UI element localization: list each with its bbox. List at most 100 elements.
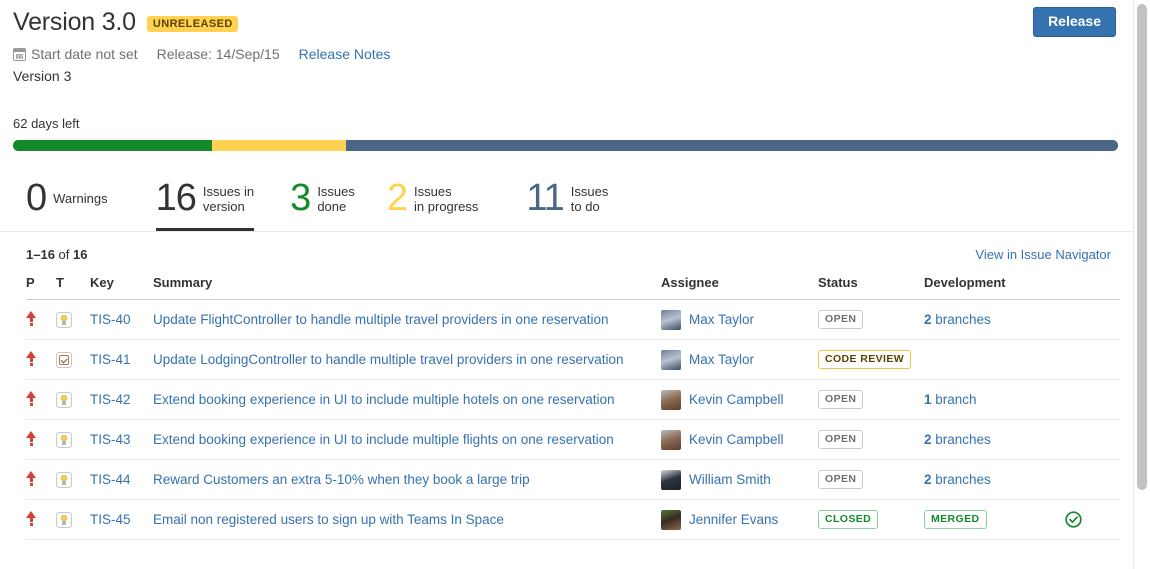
issue-summary-link[interactable]: Update LodgingController to handle multi… [153, 352, 624, 367]
issue-summary-link[interactable]: Extend booking experience in UI to inclu… [153, 432, 614, 447]
cell-type [56, 419, 90, 460]
cell-key: TIS-43 [90, 419, 153, 460]
column-header-status[interactable]: Status [818, 275, 924, 300]
issue-key-link[interactable]: TIS-42 [90, 392, 131, 407]
stats-tabs: 0 Warnings 16 Issues in version 3 Issues done… [0, 173, 1133, 232]
assignee-cell: Kevin Campbell [661, 389, 818, 410]
cell-key: TIS-41 [90, 339, 153, 380]
assignee-link[interactable]: Jennifer Evans [689, 512, 778, 527]
branches-link[interactable]: 2 branches [924, 432, 991, 447]
release-date-item: Release: 14/Sep/15 [157, 46, 280, 62]
stat-label: Issues in progress [414, 183, 479, 214]
cell-summary: Extend booking experience in UI to inclu… [153, 379, 661, 420]
column-header-summary[interactable]: Summary [153, 275, 661, 300]
cell-key: TIS-44 [90, 459, 153, 500]
result-count-range: 1–16 [26, 247, 55, 262]
cell-assignee: Kevin Campbell [661, 419, 818, 460]
column-header-type[interactable]: T [56, 275, 90, 300]
development-cell: 1 branch [924, 392, 1120, 407]
version-page: Version 3.0 UNRELEASED Start date not se… [0, 0, 1133, 569]
issue-key-link[interactable]: TIS-44 [90, 472, 131, 487]
issue-summary-link[interactable]: Reward Customers an extra 5-10% when the… [153, 472, 530, 487]
assignee-link[interactable]: William Smith [689, 472, 771, 487]
development-cell: 2 branches [924, 312, 1120, 327]
status-badge[interactable]: CLOSED [818, 510, 879, 529]
stat-tab-issues-done[interactable]: 3 Issues done [290, 179, 355, 231]
issue-key-link[interactable]: TIS-43 [90, 432, 131, 447]
issue-key-link[interactable]: TIS-45 [90, 512, 131, 527]
cell-summary: Reward Customers an extra 5-10% when the… [153, 459, 661, 500]
progress-segment-to-do[interactable] [345, 140, 1118, 151]
development-cell: MERGED [924, 510, 1120, 529]
result-count-of: of [54, 247, 73, 262]
page-scrollbar[interactable] [1133, 0, 1150, 569]
cell-assignee: Kevin Campbell [661, 379, 818, 420]
status-badge[interactable]: OPEN [818, 470, 864, 489]
assignee-cell: Jennifer Evans [661, 509, 818, 530]
assignee-link[interactable]: Max Taylor [689, 312, 754, 327]
assignee-cell: Kevin Campbell [661, 429, 818, 450]
table-row[interactable]: TIS-42 Extend booking experience in UI to… [26, 379, 1120, 420]
status-badge[interactable]: OPEN [818, 430, 864, 449]
cell-priority [26, 499, 56, 540]
progress-segment-in-progress[interactable] [211, 140, 346, 151]
release-button[interactable]: Release [1033, 7, 1116, 37]
status-badge: UNRELEASED [146, 15, 238, 32]
stat-tab-issues-to-do[interactable]: 11 Issues to do [526, 179, 608, 231]
stat-tab-issues-in-version[interactable]: 16 Issues in version [155, 179, 255, 231]
avatar [661, 349, 681, 370]
merged-badge[interactable]: MERGED [924, 510, 987, 529]
column-header-development[interactable]: Development [924, 275, 1120, 300]
status-badge[interactable]: OPEN [818, 390, 864, 409]
release-notes-link[interactable]: Release Notes [299, 46, 391, 62]
table-row[interactable]: TIS-43 Extend booking experience in UI to… [26, 419, 1120, 460]
cell-key: TIS-40 [90, 299, 153, 340]
issues-block: 1–16 of 16 View in Issue Navigator P T K… [0, 232, 1133, 540]
table-row[interactable]: TIS-44 Reward Customers an extra 5-10% wh… [26, 459, 1120, 500]
assignee-link[interactable]: Kevin Campbell [689, 432, 784, 447]
scrollbar-thumb[interactable] [1137, 4, 1147, 490]
priority-major-icon [26, 310, 37, 326]
cell-type [56, 299, 90, 340]
branch-count: 2 [924, 432, 932, 447]
issue-summary-link[interactable]: Email non registered users to sign up wi… [153, 512, 504, 527]
progress-segment-done[interactable] [13, 140, 212, 151]
status-badge[interactable]: CODE REVIEW [818, 350, 912, 369]
branch-count: 1 [924, 392, 932, 407]
version-header: Version 3.0 UNRELEASED Start date not se… [0, 0, 1133, 84]
branches-link[interactable]: 2 branches [924, 312, 991, 327]
issue-key-link[interactable]: TIS-41 [90, 352, 131, 367]
table-row[interactable]: TIS-45 Email non registered users to sign… [26, 499, 1120, 540]
column-header-key[interactable]: Key [90, 275, 153, 300]
status-badge[interactable]: OPEN [818, 310, 864, 329]
cell-development: 2 branches [924, 459, 1120, 500]
issue-summary-link[interactable]: Update FlightController to handle multip… [153, 312, 609, 327]
issues-table: P T Key Summary Assignee Status Developm… [26, 275, 1120, 540]
progress-block: 62 days left [0, 116, 1133, 151]
issue-summary-link[interactable]: Extend booking experience in UI to inclu… [153, 392, 615, 407]
issue-key-link[interactable]: TIS-40 [90, 312, 131, 327]
table-row[interactable]: TIS-40 Update FlightController to handle … [26, 299, 1120, 340]
table-row[interactable]: TIS-41 Update LodgingController to handle… [26, 339, 1120, 380]
column-header-priority[interactable]: P [26, 275, 56, 300]
days-left-label: 62 days left [13, 116, 80, 131]
cell-status: OPEN [818, 459, 924, 500]
priority-major-icon [26, 470, 37, 486]
page-title: Version 3.0 [13, 8, 136, 36]
column-header-assignee[interactable]: Assignee [661, 275, 818, 300]
version-progress-bar[interactable] [13, 140, 1118, 151]
stat-tab-issues-in-progress[interactable]: 2 Issues in progress [387, 179, 478, 231]
cell-summary: Email non registered users to sign up wi… [153, 499, 661, 540]
branches-link[interactable]: 1 branch [924, 392, 977, 407]
stat-tab-warnings[interactable]: 0 Warnings [26, 179, 108, 231]
view-in-issue-navigator-link[interactable]: View in Issue Navigator [975, 247, 1111, 262]
cell-assignee: William Smith [661, 459, 818, 500]
cell-status: OPEN [818, 419, 924, 460]
assignee-link[interactable]: Kevin Campbell [689, 392, 784, 407]
cell-priority [26, 339, 56, 380]
stat-label: Issues done [317, 183, 355, 214]
cell-development: MERGED [924, 499, 1120, 540]
assignee-link[interactable]: Max Taylor [689, 352, 754, 367]
cell-status: OPEN [818, 299, 924, 340]
branches-link[interactable]: 2 branches [924, 472, 991, 487]
